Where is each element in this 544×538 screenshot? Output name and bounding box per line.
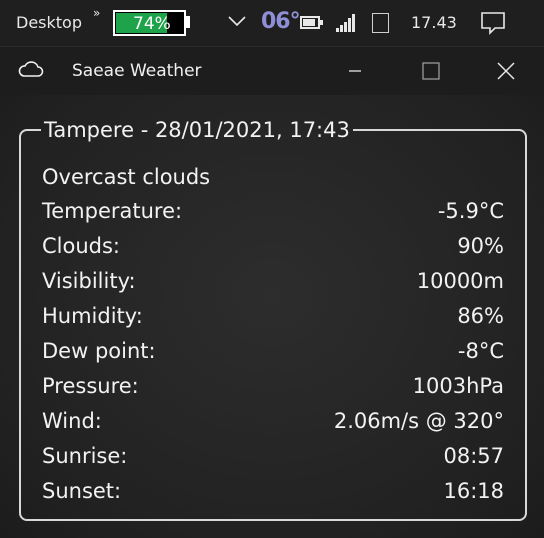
weather-row-label: Humidity: [42,304,143,328]
title-bar[interactable]: Saeae Weather [0,47,544,95]
notepad-icon[interactable] [372,13,389,33]
cloud-icon [18,61,44,77]
weather-row-label: Sunrise: [42,444,128,468]
weather-temp-tray[interactable]: 06° [261,9,301,34]
weather-row-label: Dew point: [42,339,156,363]
weather-row: Clouds: 90% [42,234,504,269]
weather-row: Pressure: 1003hPa [42,374,504,409]
maximize-button[interactable] [408,47,454,95]
battery-meter[interactable]: 74% [113,10,186,36]
weather-row-value: -5.9°C [437,199,504,223]
weather-row-value: 08:57 [443,444,504,468]
weather-row-label: Visibility: [42,269,136,293]
weather-row-label: Pressure: [42,374,139,398]
battery-percent: 74% [133,14,171,34]
weather-row-value: 90% [457,234,504,258]
weather-window: Saeae Weather Tampere - 28/01/2021, 17:4… [0,46,544,538]
weather-row: Visibility: 10000m [42,269,504,304]
weather-row-value: 86% [457,304,504,328]
weather-row: Sunrise: 08:57 [42,444,504,479]
weather-row-label: Temperature: [42,199,183,223]
weather-groupbox: Tampere - 28/01/2021, 17:43 Overcast clo… [19,119,527,521]
toolbar-overflow-icon[interactable]: » [93,6,100,20]
weather-row-value: 2.06m/s @ 320° [333,409,504,433]
weather-row: Sunset: 16:18 [42,479,504,514]
weather-row-label: Clouds: [42,234,121,258]
weather-row: Wind: 2.06m/s @ 320° [42,409,504,444]
weather-row-label: Sunset: [42,479,122,503]
weather-details: Temperature: -5.9°C Clouds: 90% Visibility: 1… [42,199,504,514]
weather-row-value: 10000m [416,269,504,293]
window-content: Tampere - 28/01/2021, 17:43 Overcast clo… [0,95,544,538]
weather-row-value: 1003hPa [412,374,504,398]
network-signal-icon[interactable] [336,14,356,32]
desktop-toolbar-label[interactable]: Desktop [16,13,82,32]
clock[interactable]: 17.43 [411,13,457,32]
weather-header: Tampere - 28/01/2021, 17:43 [44,118,350,142]
action-center-icon[interactable] [480,11,506,35]
weather-row: Dew point: -8°C [42,339,504,374]
weather-row: Temperature: -5.9°C [42,199,504,234]
weather-description: Overcast clouds [42,165,211,189]
weather-row-value: -8°C [457,339,504,363]
weather-row-value: 16:18 [443,479,504,503]
battery-icon[interactable] [300,16,323,29]
window-title: Saeae Weather [72,61,202,81]
weather-row: Humidity: 86% [42,304,504,339]
battery-terminal [186,16,190,28]
show-hidden-icons-chevron-icon[interactable] [228,15,246,27]
battery-icon-fill [303,19,315,26]
battery-icon-nub [320,20,323,25]
weather-row-label: Wind: [42,409,102,433]
taskbar: Desktop » 74% 06° 17.43 [0,0,544,46]
minimize-button[interactable] [332,47,378,95]
close-button[interactable] [482,47,528,95]
